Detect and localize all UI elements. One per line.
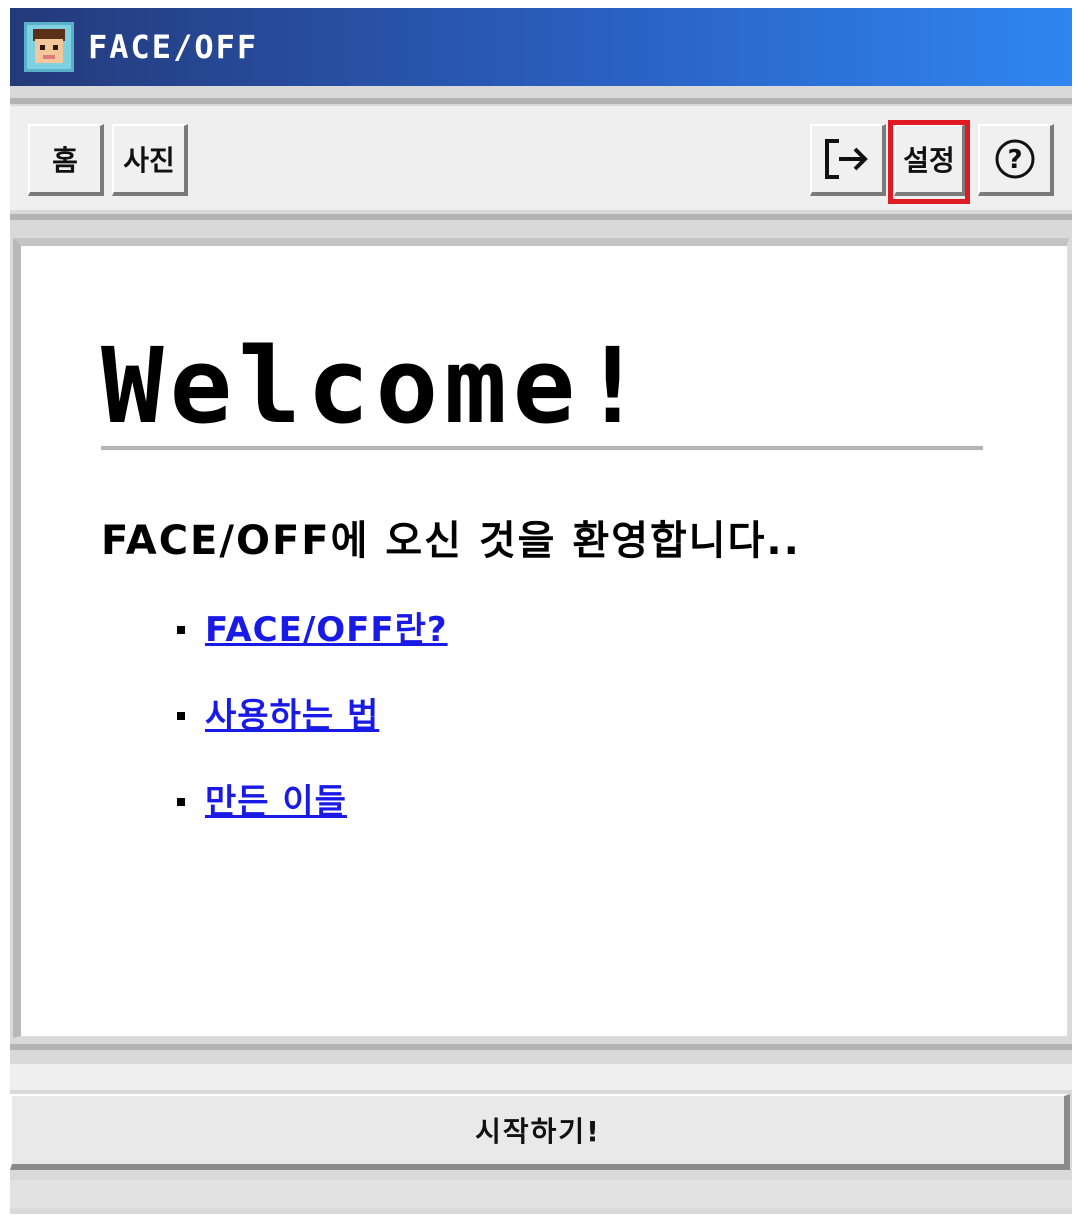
welcome-heading: Welcome! <box>101 325 650 447</box>
link-list: FACE/OFF란? 사용하는 법 만든 이들 <box>177 602 448 860</box>
heading-divider <box>101 446 983 450</box>
home-button[interactable]: 홈 <box>28 124 104 196</box>
photo-button[interactable]: 사진 <box>112 124 188 196</box>
window-title: FACE/OFF <box>88 28 259 66</box>
app-window: FACE/OFF 홈 사진 설정 ? Welcome! FACE/OFF에 오신… <box>10 8 1072 1214</box>
face-avatar-icon <box>24 22 74 72</box>
main-content: Welcome! FACE/OFF에 오신 것을 환영합니다.. FACE/OF… <box>13 238 1069 1038</box>
how-to-use-link[interactable]: 사용하는 법 <box>205 688 379 737</box>
title-bar: FACE/OFF <box>10 8 1072 86</box>
welcome-subtitle: FACE/OFF에 오신 것을 환영합니다.. <box>101 518 801 564</box>
logout-button[interactable] <box>810 124 886 196</box>
settings-highlight-box <box>888 120 970 204</box>
list-item: 만든 이들 <box>177 774 448 860</box>
bullet-icon <box>177 626 185 634</box>
divider <box>10 98 1072 104</box>
about-link[interactable]: FACE/OFF란? <box>205 602 448 651</box>
credits-link[interactable]: 만든 이들 <box>205 774 347 823</box>
svg-text:?: ? <box>1007 145 1022 175</box>
bottom-strip <box>10 1180 1072 1208</box>
bullet-icon <box>177 712 185 720</box>
list-item: 사용하는 법 <box>177 688 448 774</box>
help-circle-icon: ? <box>995 139 1035 179</box>
bullet-icon <box>177 798 185 806</box>
footer-strip <box>10 1064 1072 1090</box>
divider <box>10 214 1072 220</box>
divider <box>10 1044 1072 1050</box>
start-button[interactable]: 시작하기! <box>10 1094 1070 1170</box>
exit-arrow-icon <box>825 139 868 179</box>
help-button[interactable]: ? <box>978 124 1054 196</box>
list-item: FACE/OFF란? <box>177 602 448 688</box>
